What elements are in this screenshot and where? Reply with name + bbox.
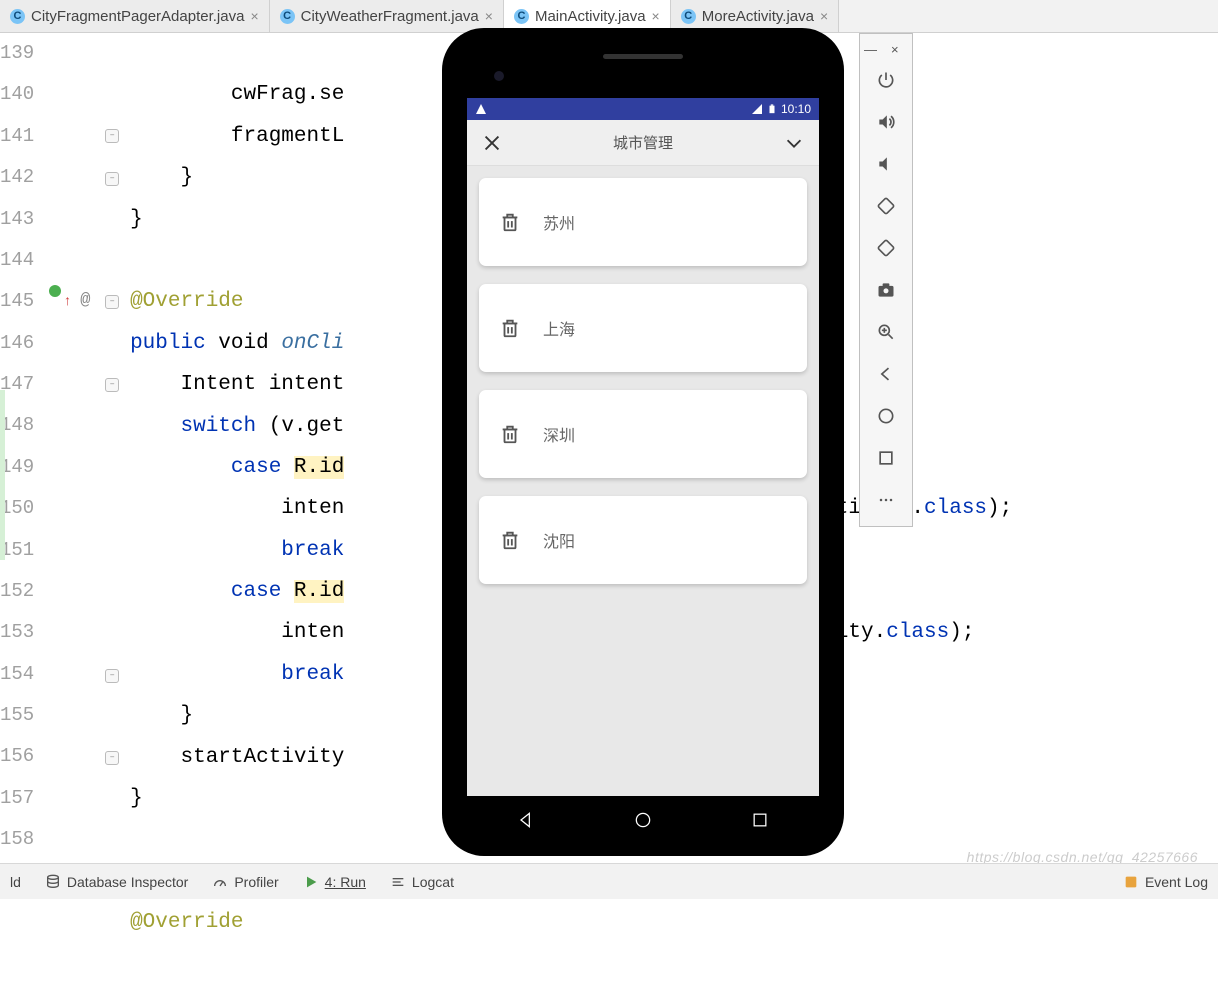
city-name: 深圳 bbox=[543, 422, 575, 446]
city-card[interactable]: 沈阳 bbox=[479, 496, 807, 584]
tab-cityweatherfragment[interactable]: CCityWeatherFragment.java× bbox=[270, 0, 504, 32]
java-class-icon: C bbox=[514, 9, 529, 24]
volume-up-icon[interactable] bbox=[866, 102, 906, 142]
warning-icon bbox=[475, 103, 487, 115]
play-icon bbox=[303, 874, 319, 890]
close-icon[interactable]: × bbox=[652, 8, 660, 24]
tab-cityfragmentpageradapter[interactable]: CCityFragmentPagerAdapter.java× bbox=[0, 0, 270, 32]
zoom-icon[interactable] bbox=[866, 312, 906, 352]
city-name: 沈阳 bbox=[543, 528, 575, 552]
city-card[interactable]: 苏州 bbox=[479, 178, 807, 266]
overview-icon[interactable] bbox=[866, 438, 906, 478]
database-icon bbox=[45, 874, 61, 890]
nav-home-icon[interactable] bbox=[633, 810, 653, 830]
emulator-device: 10:10 城市管理 苏州 上海 深圳 沈阳 bbox=[442, 28, 844, 856]
nav-overview-icon[interactable] bbox=[750, 810, 770, 830]
rotate-right-icon[interactable] bbox=[866, 228, 906, 268]
logcat-icon bbox=[390, 874, 406, 890]
city-name: 苏州 bbox=[543, 210, 575, 234]
java-class-icon: C bbox=[280, 9, 295, 24]
close-icon[interactable]: × bbox=[891, 42, 903, 56]
app-title: 城市管理 bbox=[613, 132, 673, 153]
emulator-toolbar: — × bbox=[859, 33, 913, 527]
tool-database-inspector[interactable]: Database Inspector bbox=[45, 874, 188, 890]
device-screen[interactable]: 10:10 城市管理 苏州 上海 深圳 沈阳 bbox=[467, 98, 819, 796]
trash-icon[interactable] bbox=[499, 211, 521, 233]
android-statusbar: 10:10 bbox=[467, 98, 819, 120]
chevron-down-icon[interactable] bbox=[783, 132, 805, 154]
back-icon[interactable] bbox=[866, 354, 906, 394]
implements-gutter-icon[interactable] bbox=[49, 285, 61, 297]
app-toolbar: 城市管理 bbox=[467, 120, 819, 166]
tool-logcat[interactable]: Logcat bbox=[390, 874, 454, 890]
home-icon[interactable] bbox=[866, 396, 906, 436]
trash-icon[interactable] bbox=[499, 423, 521, 445]
power-icon[interactable] bbox=[866, 60, 906, 100]
nav-back-icon[interactable] bbox=[516, 810, 536, 830]
diff-marker bbox=[0, 390, 5, 560]
close-icon[interactable]: × bbox=[250, 8, 258, 24]
line-gutter: 1391401411421431441451461471481491501511… bbox=[0, 33, 46, 858]
volume-down-icon[interactable] bbox=[866, 144, 906, 184]
city-card[interactable]: 上海 bbox=[479, 284, 807, 372]
arrow-up-icon: ↑ bbox=[63, 282, 71, 323]
build-label[interactable]: ld bbox=[10, 874, 21, 890]
android-navbar bbox=[467, 796, 819, 844]
front-camera bbox=[494, 71, 504, 81]
city-name: 上海 bbox=[543, 316, 575, 340]
close-icon[interactable] bbox=[481, 132, 503, 154]
status-time: 10:10 bbox=[781, 102, 811, 116]
screenshot-icon[interactable] bbox=[866, 270, 906, 310]
minimize-icon[interactable]: — bbox=[864, 42, 877, 56]
signal-icon bbox=[751, 103, 763, 115]
status-bar: ld Database Inspector Profiler 4: Run Lo… bbox=[0, 863, 1218, 899]
trash-icon[interactable] bbox=[499, 317, 521, 339]
java-class-icon: C bbox=[10, 9, 25, 24]
gutter-marks: ↑ @ – – – – – – bbox=[46, 33, 79, 858]
city-card[interactable]: 深圳 bbox=[479, 390, 807, 478]
notification-icon bbox=[1123, 874, 1139, 890]
speaker-grille bbox=[603, 54, 683, 59]
gauge-icon bbox=[212, 874, 228, 890]
tool-profiler[interactable]: Profiler bbox=[212, 874, 278, 890]
city-list[interactable]: 苏州 上海 深圳 沈阳 bbox=[467, 166, 819, 796]
tool-run[interactable]: 4: Run bbox=[303, 874, 366, 890]
java-class-icon: C bbox=[681, 9, 696, 24]
trash-icon[interactable] bbox=[499, 529, 521, 551]
more-icon[interactable] bbox=[866, 480, 906, 520]
close-icon[interactable]: × bbox=[485, 8, 493, 24]
event-log[interactable]: Event Log bbox=[1123, 874, 1208, 890]
battery-icon bbox=[767, 103, 777, 115]
rotate-left-icon[interactable] bbox=[866, 186, 906, 226]
close-icon[interactable]: × bbox=[820, 8, 828, 24]
